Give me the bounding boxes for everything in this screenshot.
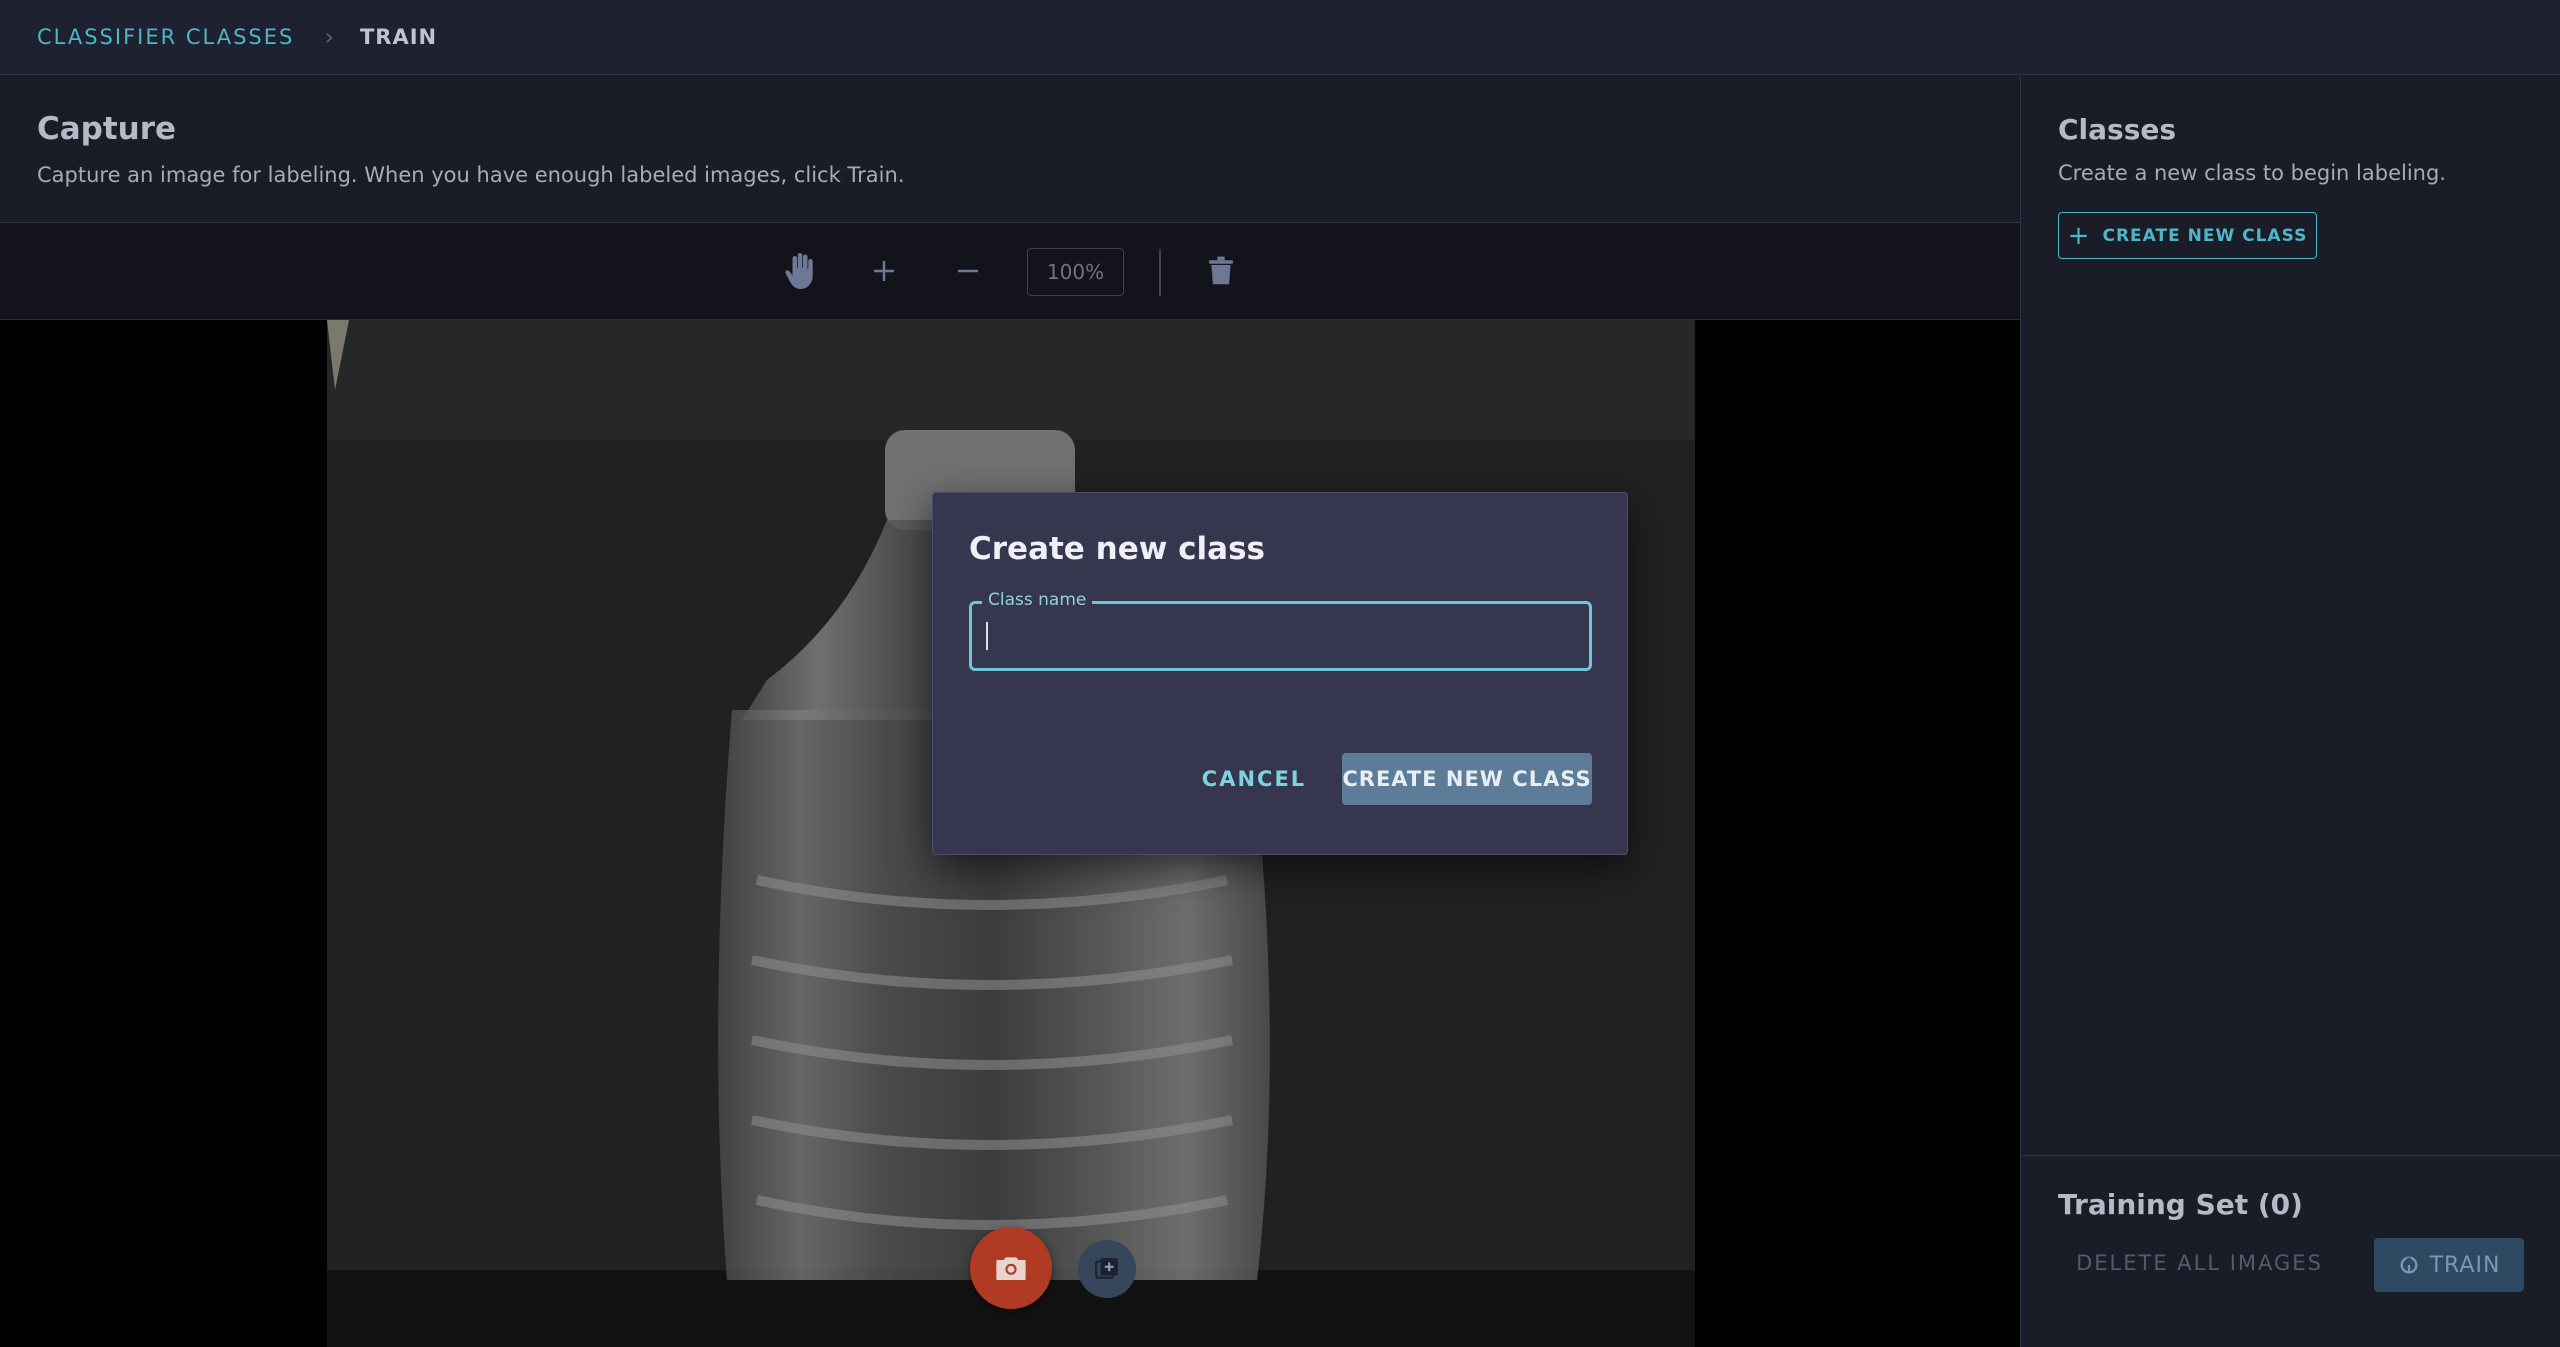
text-cursor <box>986 622 988 650</box>
zoom-out-icon[interactable] <box>946 249 990 293</box>
class-name-field: Class name <box>969 590 1592 671</box>
delete-all-images-button[interactable]: DELETE ALL IMAGES <box>2058 1238 2341 1288</box>
classes-description: Create a new class to begin labeling. <box>2058 161 2446 185</box>
create-new-class-label: CREATE NEW CLASS <box>2102 225 2308 246</box>
create-new-class-button[interactable]: + CREATE NEW CLASS <box>2058 212 2317 259</box>
trash-icon[interactable] <box>1199 249 1243 293</box>
class-name-input[interactable] <box>982 612 1580 660</box>
classes-panel: Classes Create a new class to begin labe… <box>2020 75 2560 1347</box>
train-label: TRAIN <box>2429 1252 2501 1278</box>
breadcrumb: CLASSIFIER CLASSES › TRAIN <box>0 0 2560 75</box>
train-button[interactable]: TRAIN <box>2374 1238 2524 1292</box>
cancel-button[interactable]: CANCEL <box>1193 753 1315 805</box>
create-class-dialog: Create new class Class name CANCEL CREAT… <box>932 492 1628 855</box>
capture-button[interactable] <box>970 1227 1052 1309</box>
breadcrumb-current: TRAIN <box>359 25 438 49</box>
train-icon <box>2400 1256 2418 1274</box>
zoom-in-icon[interactable] <box>862 249 906 293</box>
training-set-section: Training Set (0) DELETE ALL IMAGES TRAIN <box>2021 1155 2560 1347</box>
capture-description: Capture an image for labeling. When you … <box>37 163 905 187</box>
add-photo-icon <box>1095 1258 1118 1279</box>
zoom-level-field[interactable]: 100% <box>1027 248 1124 296</box>
dialog-title: Create new class <box>969 531 1265 567</box>
toolbar-divider <box>1159 249 1161 296</box>
chevron-right-icon: › <box>324 23 334 51</box>
page-title: Capture <box>37 111 177 147</box>
breadcrumb-link-classifier-classes[interactable]: CLASSIFIER CLASSES <box>37 25 294 49</box>
add-image-button[interactable] <box>1078 1240 1136 1298</box>
hand-icon[interactable] <box>778 249 822 293</box>
classes-title: Classes <box>2058 113 2177 146</box>
capture-header: Capture Capture an image for labeling. W… <box>0 75 2020 223</box>
image-toolbar <box>0 223 2020 320</box>
training-set-title: Training Set (0) <box>2058 1188 2303 1221</box>
camera-icon <box>996 1257 1026 1280</box>
plus-icon: + <box>2067 220 2091 251</box>
confirm-create-class-button[interactable]: CREATE NEW CLASS <box>1342 753 1592 805</box>
class-name-label: Class name <box>982 590 1093 610</box>
